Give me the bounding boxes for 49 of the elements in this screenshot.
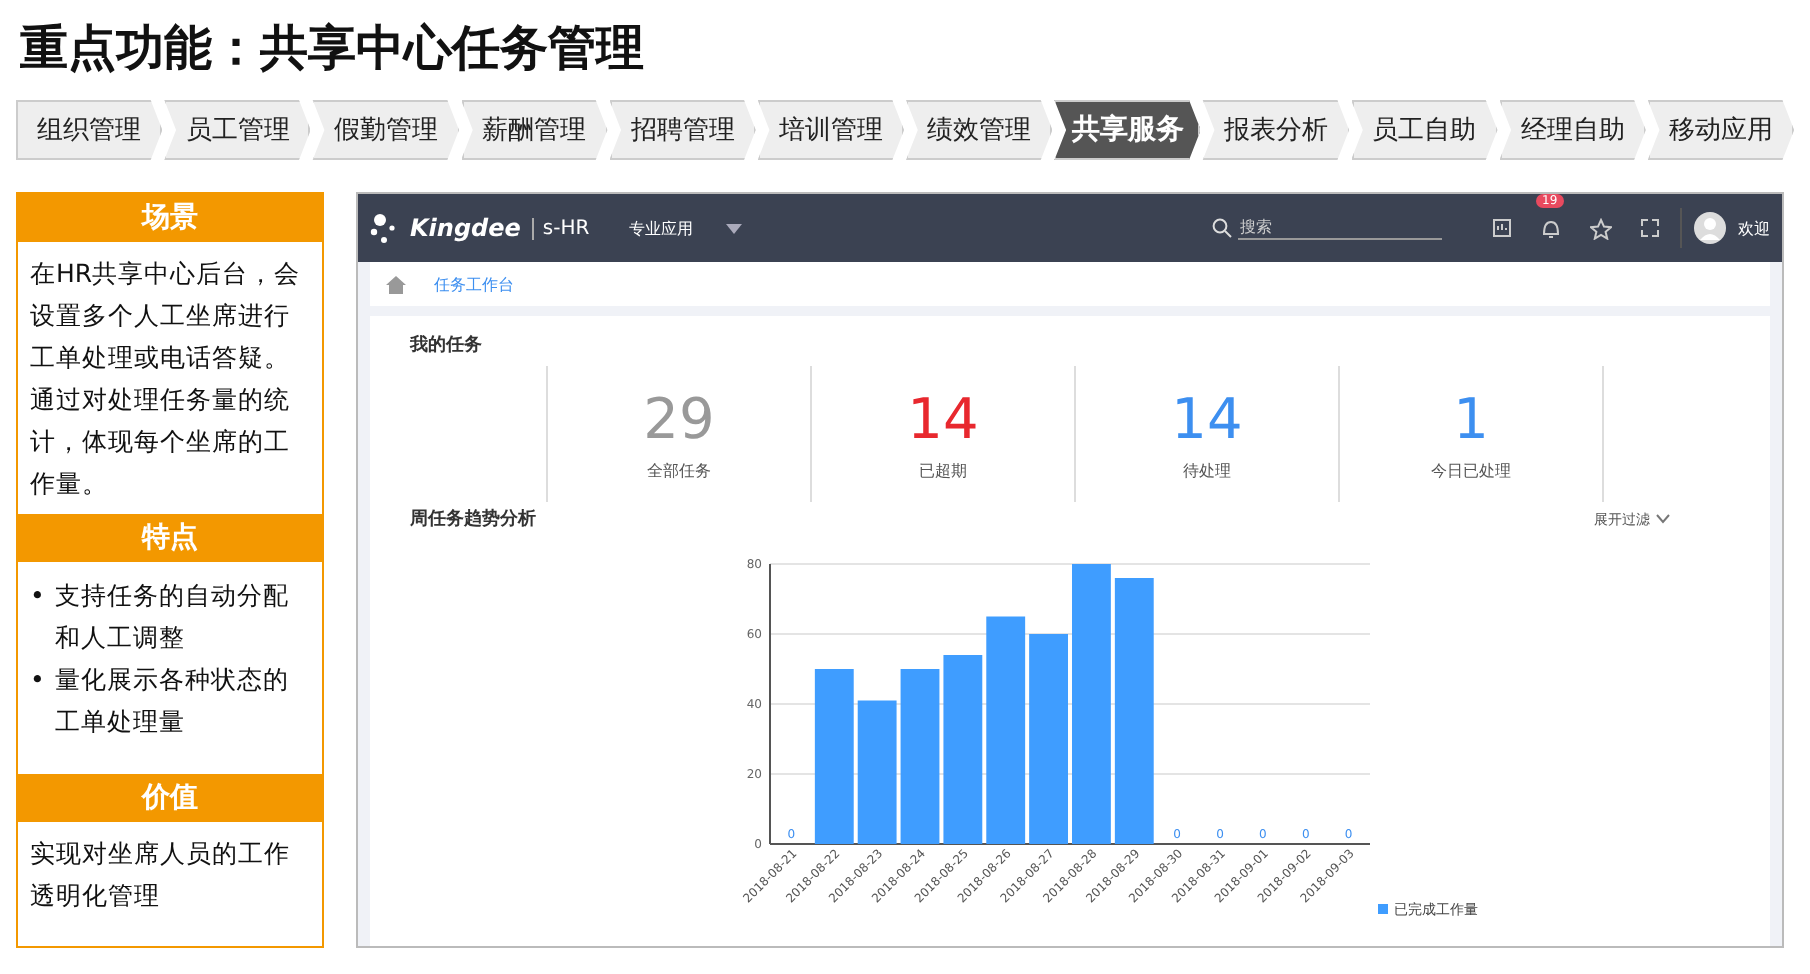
module-tab[interactable]: 培训管理 [757,100,905,160]
star-icon[interactable] [1590,217,1612,239]
avatar-icon[interactable] [1694,212,1726,244]
stat-number: 29 [643,387,715,451]
search-icon [1212,218,1232,238]
section-title: 周任务趋势分析 [410,506,536,532]
section-title: 我的任务 [410,333,484,358]
module-tab[interactable]: 共享服务 [1054,100,1201,160]
section-text: 实现对坐席人员的工作透明化管理 [28,836,292,914]
module-tab[interactable]: 员工自助 [1351,100,1498,160]
stat-number: 14 [907,387,979,451]
bullet-item: 支持任务的自动分配和人工调整 [54,578,291,656]
section-heading: 价值 [18,774,322,822]
module-tab[interactable]: 绩效管理 [906,100,1053,160]
legend-swatch [1378,904,1388,914]
stat-label: 全部任务 [647,459,711,481]
stat-label: 已超期 [919,459,967,481]
module-tab[interactable]: 组织管理 [16,100,163,160]
product-name: s-HR [532,217,590,239]
module-tab[interactable]: 假勤管理 [312,100,460,160]
module-tab[interactable]: 经理自助 [1499,100,1646,160]
module-tab[interactable]: 招聘管理 [609,100,756,160]
home-icon[interactable] [386,275,406,293]
search-field[interactable]: 搜索 [1238,216,1442,240]
caret-icon [725,223,742,233]
logo-text: Kingdee [410,214,521,242]
module-tab[interactable]: 移动应用 [1647,100,1795,160]
stat-number: 1 [1453,387,1489,451]
section-text: 在HR共享中心后台，会设置多个人工坐席进行工单处理或电话答疑。通过对处理任务量的统计，体现每个坐席的工作量。 [28,256,303,502]
module-tab[interactable]: 员工管理 [164,100,311,160]
stat-label: 今日已处理 [1431,459,1511,481]
stat-label: 待处理 [1183,459,1231,481]
chevron-down-icon [1656,514,1670,524]
logo-dots-icon [370,212,398,244]
module-tab[interactable]: 薪酬管理 [461,100,608,160]
section-heading: 特点 [18,514,322,562]
user-greeting: 欢迎 [1738,217,1770,239]
slide-title: 重点功能：共享中心任务管理 [20,18,646,80]
bullet-marker: • [30,578,45,614]
menu-dropdown[interactable]: 专业应用 [629,217,694,239]
bullet-item: 量化展示各种状态的工单处理量 [54,662,291,740]
section-heading: 场景 [18,194,322,242]
module-tab[interactable]: 报表分析 [1202,100,1350,160]
bar [857,700,897,844]
stat-number: 14 [1171,387,1243,451]
bullet-marker: • [30,662,45,698]
report-icon[interactable] [1492,218,1512,238]
bell-icon[interactable] [1540,217,1562,239]
expand-icon[interactable] [1640,218,1660,238]
